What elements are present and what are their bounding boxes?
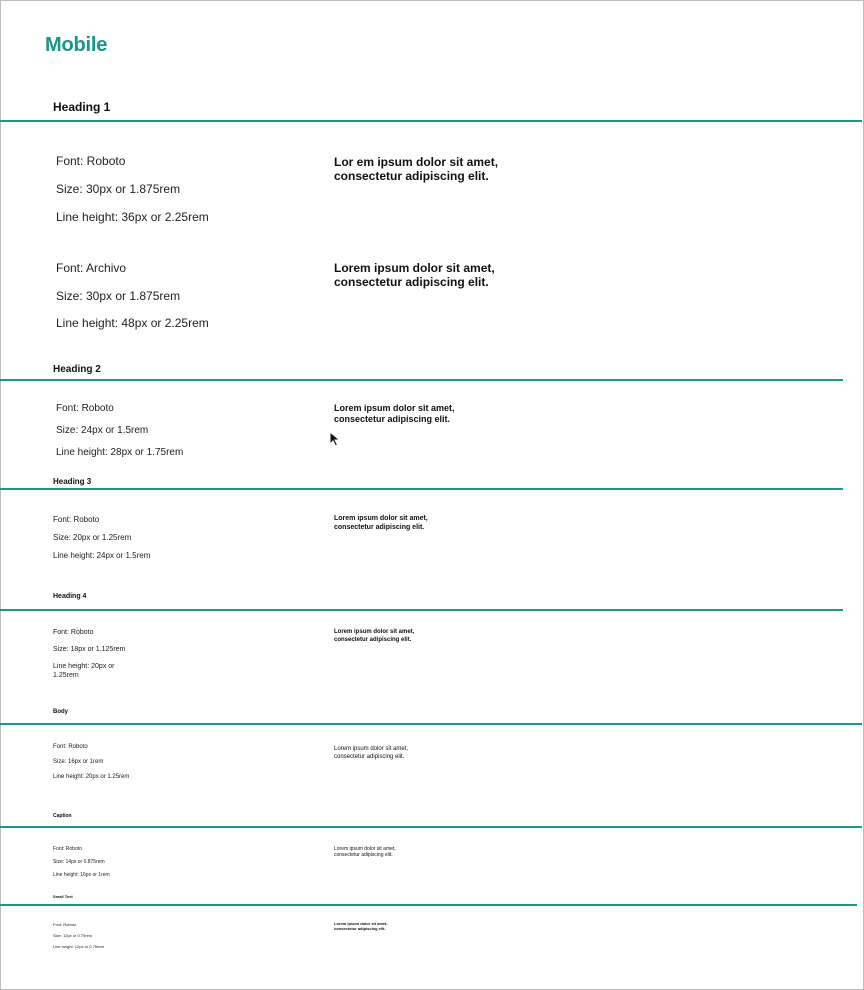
- spec-line-height: Line height: 24px or 1.5rem: [53, 551, 151, 560]
- spec-font: Font: Roboto: [53, 846, 82, 852]
- spec-line-height: Line height: 36px or 2.25rem: [56, 210, 209, 224]
- section-label-heading-1: Heading 1: [53, 100, 111, 114]
- spec-size: Size: 12px or 0.75rem: [53, 933, 93, 938]
- spec-font: Font: Roboto: [56, 403, 114, 414]
- sample-text: Lorem ipsum dolor sit amet, consectetur …: [334, 261, 495, 289]
- sample-text: Lorem ipsum dolor sit amet, consectetur …: [334, 403, 455, 424]
- sample-text: Lorem ipsum dolor sit amet, consectetur …: [334, 746, 409, 760]
- spec-size: Size: 18px or 1.125rem: [53, 646, 126, 653]
- section-divider: [0, 609, 843, 611]
- section-divider: [0, 723, 862, 725]
- section-label-small-text: Small Text: [53, 894, 73, 899]
- spec-size: Size: 30px or 1.875rem: [56, 289, 181, 303]
- sample-text: Lorem ipsum dolor sit amet, consectetur …: [334, 515, 428, 531]
- spec-size: Size: 14px or 0.875rem: [53, 859, 105, 865]
- spec-line-height: Line height: 48px or 2.25rem: [56, 316, 209, 330]
- section-divider: [0, 379, 843, 381]
- spec-size: Size: 30px or 1.875rem: [56, 182, 181, 196]
- spec-font: Font: Roboto: [53, 515, 100, 524]
- section-divider: [0, 488, 843, 490]
- spec-size: Size: 24px or 1.5rem: [56, 425, 149, 436]
- mouse-pointer-icon: [329, 431, 341, 447]
- section-label-heading-3: Heading 3: [53, 477, 92, 486]
- spec-font: Font: Roboto: [53, 629, 94, 636]
- spec-size: Size: 16px or 1rem: [53, 759, 104, 765]
- page-frame: [0, 0, 864, 990]
- section-divider: [0, 826, 862, 828]
- section-divider: [0, 120, 862, 122]
- spec-line-height: Line height: 16px or 1rem: [53, 872, 110, 878]
- section-label-heading-4: Heading 4: [53, 593, 87, 600]
- sample-text: Lor em ipsum dolor sit amet, consectetur…: [334, 155, 499, 183]
- section-label-heading-2: Heading 2: [53, 364, 101, 375]
- spec-size: Size: 20px or 1.25rem: [53, 533, 132, 542]
- page-title: Mobile: [45, 34, 108, 56]
- section-label-body: Body: [53, 709, 68, 715]
- spec-line-height: Line height: 28px or 1.75rem: [56, 447, 184, 458]
- spec-line-height: Line height: 12px or 0.75rem: [53, 944, 104, 949]
- spec-font: Font: Archivo: [56, 261, 127, 275]
- sample-text: Lorem ipsum dolor sit amet, consectetur …: [334, 846, 396, 858]
- section-label-caption: Caption: [53, 813, 72, 819]
- sample-text: Lorem ipsum dolor sit amet, consectetur …: [334, 921, 388, 931]
- spec-line-height: Line height: 20px or 1.25rem: [53, 663, 115, 679]
- spec-font: Font: Roboto: [53, 922, 77, 927]
- section-divider: [0, 904, 857, 906]
- spec-font: Font: Roboto: [56, 154, 126, 168]
- spec-line-height: Line height: 20px or 1.25rem: [53, 774, 130, 780]
- sample-text: Lorem ipsum dolor sit amet, consectetur …: [334, 629, 415, 643]
- spec-font: Font: Roboto: [53, 744, 88, 750]
